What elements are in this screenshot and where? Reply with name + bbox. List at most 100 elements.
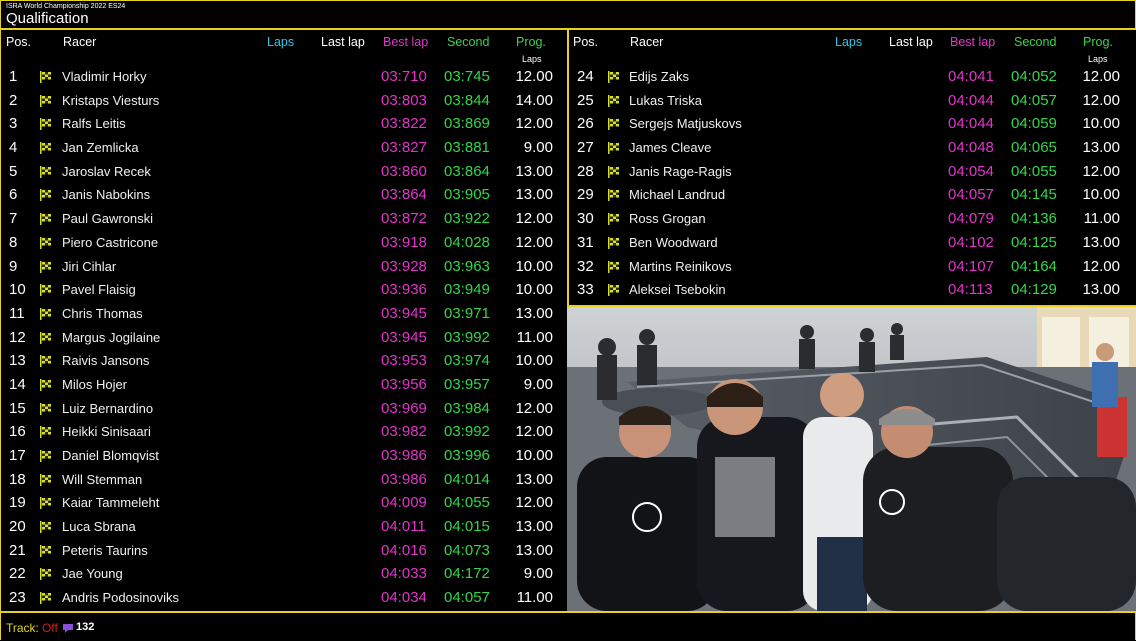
racer-name: Daniel Blomqvist — [62, 448, 159, 463]
col-header-best-lap: Best lap — [383, 35, 429, 49]
best-lap-time: 03:872 — [381, 210, 427, 228]
col-header-second: Second — [1014, 35, 1057, 49]
checkered-flag-icon — [39, 260, 54, 273]
col-header-prog-sub: Laps — [522, 54, 542, 64]
progress-laps: 10.00 — [515, 352, 553, 370]
col-header-last-lap: Last lap — [321, 35, 365, 49]
checkered-flag-icon — [39, 567, 54, 581]
row-position: 13 — [9, 352, 26, 370]
results-table-right: Pos. Racer Laps Last lap Best lap Second… — [569, 30, 1136, 307]
checkered-flag-icon — [39, 591, 54, 605]
checkered-flag-icon — [39, 212, 54, 226]
best-lap-time: 03:710 — [381, 68, 427, 85]
col-header-best-lap: Best lap — [950, 35, 996, 49]
col-header-prog: Prog. — [1083, 35, 1113, 49]
racer-name: Vladimir Horky — [62, 69, 147, 84]
best-lap-time: 03:945 — [381, 328, 427, 346]
racer-name: Martins Reinikovs — [629, 258, 732, 274]
checkered-flag-icon — [607, 165, 622, 178]
checkered-flag-icon — [39, 378, 54, 391]
progress-laps: 12.00 — [1082, 257, 1120, 275]
racer-name: James Cleave — [629, 140, 712, 156]
checkered-flag-icon — [39, 117, 54, 131]
row-position: 3 — [9, 115, 18, 133]
row-position: 27 — [577, 139, 594, 157]
track-status: Off — [42, 621, 58, 635]
best-lap-time: 03:864 — [381, 186, 427, 204]
best-lap-time: 03:803 — [381, 91, 427, 109]
racer-name: Paul Gawronski — [62, 211, 154, 227]
racer-name: Luiz Bernardino — [62, 400, 154, 416]
second-lap-time: 04:052 — [1011, 68, 1057, 85]
progress-laps: 13.00 — [515, 304, 553, 322]
second-lap-time: 04:057 — [444, 589, 490, 607]
racer-name: Will Stemman — [62, 471, 143, 487]
second-lap-time: 03:922 — [444, 210, 490, 228]
best-lap-time: 03:928 — [381, 257, 427, 275]
progress-laps: 12.00 — [515, 494, 553, 512]
racer-name: Milos Hojer — [62, 376, 128, 392]
second-lap-time: 04:073 — [444, 541, 490, 559]
event-subtitle: ISRA World Championship 2022 ES24 — [6, 3, 126, 10]
checkered-flag-icon — [39, 449, 54, 462]
row-position: 15 — [9, 399, 26, 417]
second-lap-time: 03:844 — [444, 91, 490, 109]
second-lap-time: 03:864 — [444, 162, 490, 180]
second-lap-time: 04:065 — [1011, 139, 1057, 157]
progress-laps: 14.00 — [515, 91, 553, 109]
row-position: 29 — [577, 186, 594, 204]
best-lap-time: 03:953 — [381, 352, 427, 370]
row-position: 19 — [9, 494, 26, 512]
best-lap-time: 03:860 — [381, 162, 427, 180]
racer-name: Kristaps Viesturs — [62, 92, 160, 108]
progress-laps: 11.00 — [516, 328, 553, 346]
best-lap-time: 03:945 — [381, 304, 427, 322]
best-lap-time: 04:011 — [381, 518, 426, 536]
checkered-flag-icon — [607, 212, 622, 226]
checkered-flag-icon — [39, 402, 54, 415]
progress-laps: 13.00 — [1082, 139, 1120, 157]
checkered-flag-icon — [39, 283, 54, 297]
checkered-flag-icon — [39, 425, 54, 439]
second-lap-time: 03:996 — [444, 447, 490, 464]
racer-name: Jan Zemlicka — [62, 140, 139, 156]
checkered-flag-icon — [39, 520, 54, 534]
checkered-flag-icon — [39, 188, 54, 202]
progress-laps: 12.00 — [515, 68, 553, 85]
row-position: 26 — [577, 115, 594, 133]
progress-laps: 9.00 — [523, 139, 553, 157]
racer-name: Andris Podosinoviks — [62, 590, 180, 606]
progress-laps: 10.00 — [515, 447, 553, 464]
racer-name: Heikki Sinisaari — [62, 424, 151, 440]
row-position: 11 — [9, 304, 25, 322]
checkered-flag-icon — [39, 141, 54, 155]
row-position: 25 — [577, 91, 594, 109]
col-header-last-lap: Last lap — [889, 35, 933, 49]
progress-laps: 13.00 — [515, 518, 553, 536]
racer-name: Pavel Flaisig — [62, 282, 136, 298]
row-position: 9 — [9, 257, 18, 275]
checkered-flag-icon — [607, 141, 622, 155]
row-position: 2 — [9, 91, 18, 109]
progress-laps: 12.00 — [1082, 91, 1120, 109]
progress-laps: 12.00 — [515, 399, 553, 417]
second-lap-time: 04:172 — [444, 565, 490, 583]
second-lap-time: 03:984 — [444, 399, 490, 417]
best-lap-time: 03:956 — [381, 375, 427, 393]
best-lap-time: 03:986 — [381, 470, 427, 488]
second-lap-time: 04:028 — [444, 233, 490, 251]
racer-name: Ralfs Leitis — [62, 116, 126, 132]
checkered-flag-icon — [39, 354, 54, 368]
row-position: 6 — [9, 186, 18, 204]
racer-name: Luca Sbrana — [62, 519, 136, 535]
progress-laps: 13.00 — [1082, 281, 1120, 299]
second-lap-time: 04:136 — [1011, 210, 1057, 228]
checkered-flag-icon — [39, 307, 54, 320]
progress-laps: 13.00 — [1082, 233, 1120, 251]
checkered-flag-icon — [39, 94, 54, 107]
progress-laps: 12.00 — [515, 115, 553, 133]
second-lap-time: 04:057 — [1011, 91, 1057, 109]
racer-name: Chris Thomas — [62, 305, 143, 321]
best-lap-time: 03:827 — [381, 139, 427, 157]
racer-name: Aleksei Tsebokin — [629, 282, 726, 298]
